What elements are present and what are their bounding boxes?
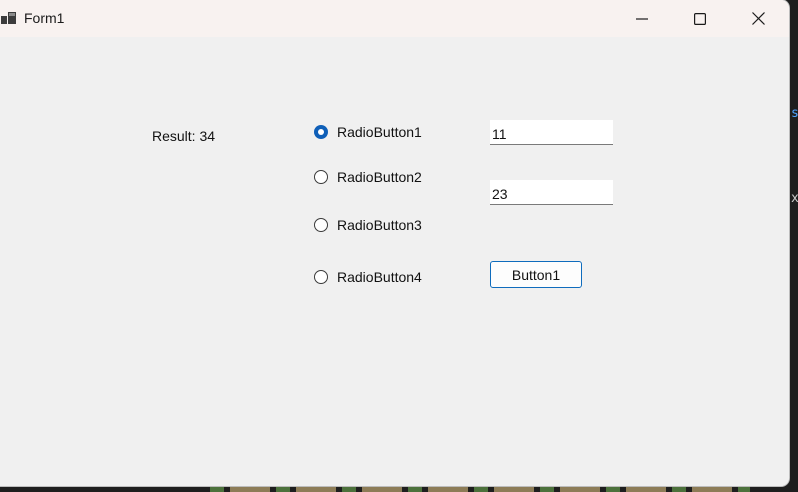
form-client-area: Result: 34 RadioButton1 RadioButton2 Rad… — [0, 37, 789, 486]
maximize-icon — [694, 12, 706, 25]
textbox-2[interactable] — [490, 180, 613, 205]
button-1[interactable]: Button1 — [490, 261, 582, 288]
radio-unchecked-icon — [314, 170, 328, 184]
minimize-button[interactable] — [613, 0, 671, 37]
minimize-icon — [636, 17, 648, 20]
title-bar[interactable]: Form1 — [0, 0, 789, 37]
radio-button-2-label: RadioButton2 — [337, 169, 422, 185]
radio-button-2[interactable]: RadioButton2 — [314, 167, 422, 187]
radio-unchecked-icon — [314, 270, 328, 284]
window-title: Form1 — [24, 10, 65, 26]
radio-button-3-label: RadioButton3 — [337, 217, 422, 233]
close-icon — [751, 12, 765, 25]
radio-button-3[interactable]: RadioButton3 — [314, 215, 422, 235]
background-code-glyph: x — [791, 191, 798, 206]
result-label: Result: 34 — [152, 128, 216, 144]
maximize-button[interactable] — [671, 0, 729, 37]
radio-button-4[interactable]: RadioButton4 — [314, 267, 422, 287]
background-code-glyph: s — [791, 106, 798, 121]
app-icon — [1, 12, 16, 24]
form-window: Form1 Result: 34 RadioButton1 RadioButto… — [0, 0, 789, 486]
radio-checked-icon — [314, 125, 328, 139]
close-button[interactable] — [729, 0, 787, 37]
textbox-1[interactable] — [490, 120, 613, 145]
radio-unchecked-icon — [314, 218, 328, 232]
radio-button-4-label: RadioButton4 — [337, 269, 422, 285]
background-code-line — [210, 486, 750, 492]
radio-button-1-label: RadioButton1 — [337, 124, 422, 140]
radio-button-1[interactable]: RadioButton1 — [314, 122, 422, 142]
